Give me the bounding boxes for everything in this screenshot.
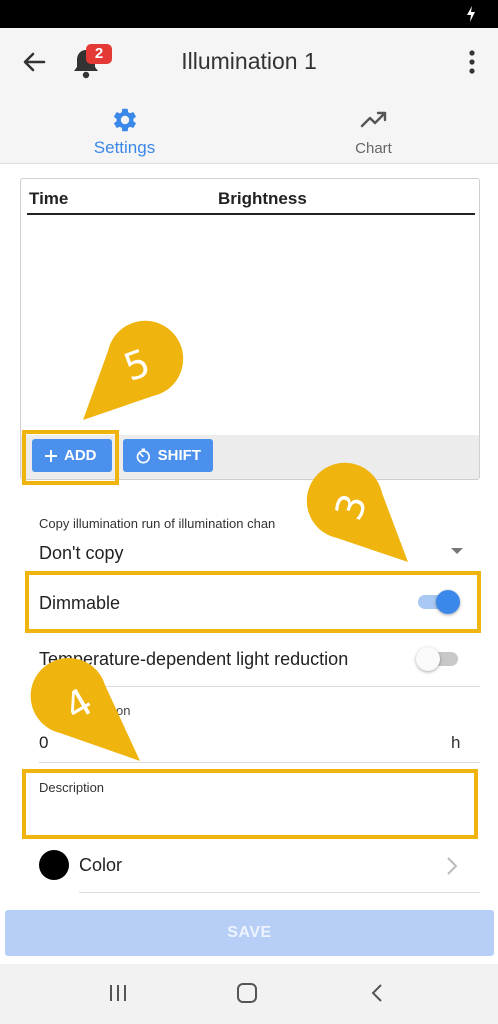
- header-divider: [27, 213, 475, 215]
- app-bar: 2 Illumination 1: [0, 28, 498, 96]
- copy-run-select[interactable]: Don't copy: [39, 543, 123, 564]
- toggle-knob: [436, 590, 460, 614]
- column-header-brightness: Brightness: [218, 189, 307, 208]
- page-title: Illumination 1: [181, 48, 317, 74]
- dimmable-label: Dimmable: [39, 593, 121, 613]
- divider: [79, 892, 480, 893]
- duration-unit: h: [451, 733, 461, 752]
- annotation-marker-4: 4: [30, 658, 140, 761]
- gear-icon: [113, 108, 136, 132]
- dropdown-arrow-icon[interactable]: [451, 548, 463, 554]
- tab-chart-label: Chart: [355, 140, 392, 157]
- annotation-marker-3: 3: [306, 462, 408, 562]
- dimmable-toggle[interactable]: [416, 590, 460, 614]
- temp-reduction-toggle[interactable]: [416, 647, 460, 671]
- chevron-right-icon[interactable]: [446, 856, 458, 876]
- shift-button-label: SHIFT: [157, 447, 201, 464]
- color-label[interactable]: Color: [79, 855, 122, 876]
- tab-settings[interactable]: Settings: [0, 96, 249, 164]
- system-nav-bar: [0, 964, 498, 1024]
- column-header-time: Time: [29, 189, 69, 208]
- charging-icon: [467, 6, 475, 22]
- status-bar: [0, 0, 498, 28]
- add-button[interactable]: ADD: [32, 439, 112, 472]
- annotation-marker-5: 5: [83, 320, 184, 420]
- timer-icon: [136, 448, 150, 463]
- tab-bar: Settings Chart: [0, 96, 498, 164]
- tab-settings-label: Settings: [93, 138, 156, 157]
- recent-apps-icon[interactable]: [108, 982, 128, 1004]
- shift-button[interactable]: SHIFT: [123, 439, 213, 472]
- home-icon[interactable]: [236, 982, 258, 1004]
- description-input[interactable]: [39, 800, 459, 826]
- plus-icon: [45, 449, 57, 462]
- description-label: Description: [39, 780, 105, 795]
- save-button[interactable]: SAVE: [5, 910, 494, 956]
- copy-run-label: Copy illumination run of illumination ch…: [39, 516, 276, 531]
- tab-chart[interactable]: Chart: [249, 96, 498, 164]
- more-vert-icon[interactable]: [464, 48, 480, 76]
- trending-up-icon: [360, 111, 386, 128]
- add-button-label: ADD: [64, 447, 97, 464]
- toggle-knob: [416, 647, 440, 671]
- color-swatch[interactable]: [39, 850, 69, 880]
- nav-back-icon[interactable]: [369, 982, 385, 1004]
